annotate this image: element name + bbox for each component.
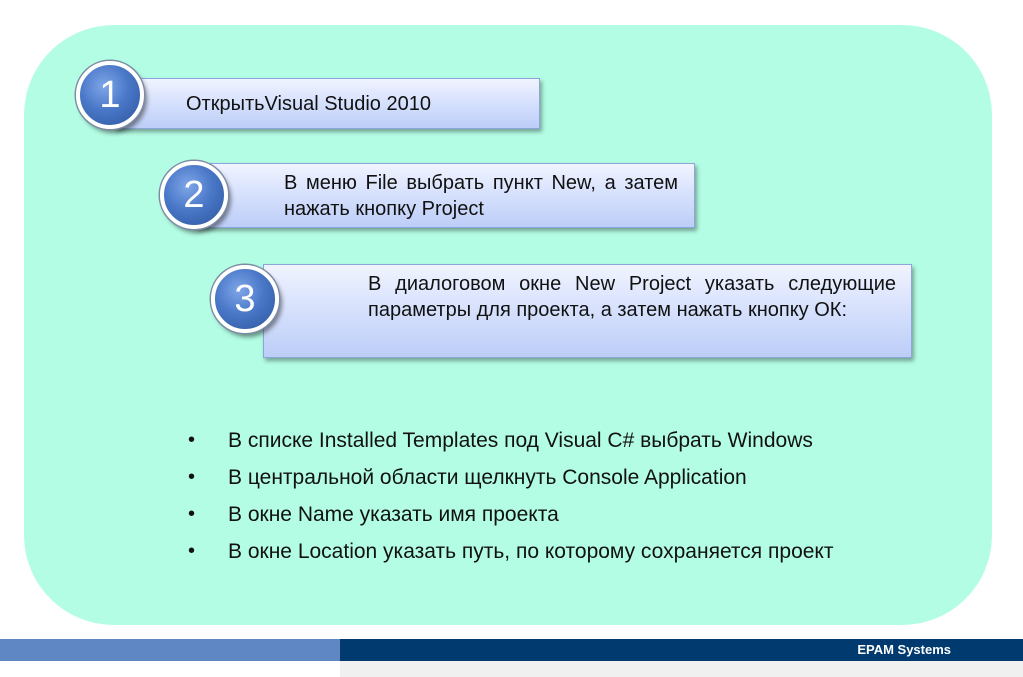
list-item: • В центральной области щелкнуть Console … — [186, 459, 833, 496]
step-3-text: В диалоговом окне New Project указать сл… — [368, 273, 896, 321]
step-1-box: ОткрытьVisual Studio 2010 — [114, 78, 540, 129]
footer-bar-right: EPAM Systems — [340, 639, 1023, 661]
list-item: • В списке Installed Templates под Visual… — [186, 422, 833, 459]
step-1-text: ОткрытьVisual Studio 2010 — [186, 93, 431, 115]
step-1-number-badge: 1 — [76, 61, 144, 129]
slide: ОткрытьVisual Studio 2010 1 В меню File … — [0, 0, 1023, 677]
list-item: • В окне Location указать путь, по которо… — [186, 533, 833, 570]
footer-bar-left — [0, 639, 340, 661]
list-item: • В окне Name указать имя проекта — [186, 496, 833, 533]
step-3-box: В диалоговом окне New Project указать сл… — [263, 264, 912, 358]
bullet-icon: • — [188, 466, 196, 488]
bullet-icon: • — [188, 429, 196, 451]
bullet-icon: • — [188, 503, 196, 525]
step-2-text: В меню File выбрать пункт New, а затем н… — [284, 172, 678, 220]
footer-company-name: EPAM Systems — [857, 642, 951, 657]
footer-strip — [340, 661, 1023, 677]
step-3-number-badge: 3 — [211, 265, 279, 333]
step-2-box: В меню File выбрать пункт New, а затем н… — [195, 163, 695, 228]
parameter-list: • В списке Installed Templates под Visual… — [186, 422, 833, 570]
step-2-number-badge: 2 — [160, 161, 228, 229]
bullet-icon: • — [188, 540, 196, 562]
